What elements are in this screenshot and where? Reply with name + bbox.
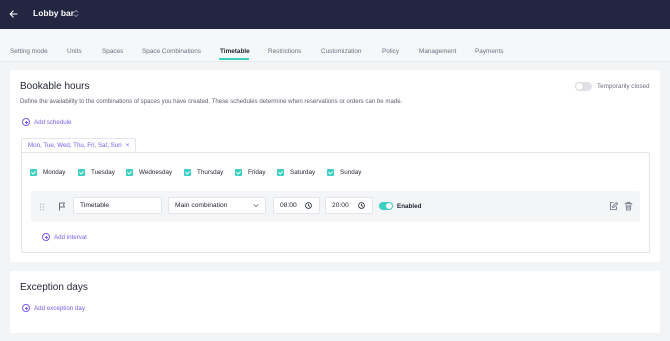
- add-interval-label: Add interval: [54, 233, 87, 241]
- interval-enabled-label: Enabled: [397, 203, 422, 210]
- day-checkbox-tuesday[interactable]: Tuesday: [78, 169, 115, 176]
- start-time-input[interactable]: 08:00: [273, 197, 320, 214]
- tab-customization[interactable]: Customization: [321, 48, 362, 55]
- combination-select[interactable]: Main combination: [168, 197, 266, 214]
- checkbox-checked-icon: [126, 169, 133, 176]
- checkbox-checked-icon: [327, 169, 334, 176]
- checkbox-checked-icon: [78, 169, 85, 176]
- plus-circle-icon: [22, 304, 30, 312]
- combination-select-value: Main combination: [175, 202, 228, 209]
- temporarily-closed-label: Temporarily closed: [597, 83, 650, 90]
- plus-circle-icon: [42, 233, 50, 241]
- clock-icon[interactable]: [305, 202, 312, 209]
- tab-setting-mode[interactable]: Setting mode: [10, 48, 48, 55]
- interval-row: Timetable Main combination 08:00 20:00 E…: [31, 191, 640, 222]
- temporarily-closed-toggle[interactable]: [575, 82, 592, 91]
- add-exception-day-label: Add exception day: [34, 304, 85, 312]
- schedule-chip[interactable]: Mon, Tue, Wed, Thu, Fri, Sat, Sun ×: [21, 138, 137, 152]
- switch-venue-icon[interactable]: [72, 9, 80, 18]
- day-checkbox-sunday[interactable]: Sunday: [327, 169, 361, 176]
- back-arrow-icon[interactable]: [6, 7, 20, 21]
- interval-enabled-toggle[interactable]: [379, 202, 393, 210]
- day-checkbox-friday[interactable]: Friday: [235, 169, 266, 176]
- plus-circle-icon: [22, 118, 30, 126]
- day-checkbox-thursday[interactable]: Thursday: [184, 169, 223, 176]
- add-schedule-button[interactable]: Add schedule: [22, 118, 72, 126]
- tab-bar: Setting mode Units Spaces Space Combinat…: [0, 29, 670, 62]
- checkbox-checked-icon: [235, 169, 242, 176]
- exception-days-title: Exception days: [20, 282, 88, 293]
- end-time-input[interactable]: 20:00: [325, 197, 373, 214]
- bookable-hours-description: Define the availability to the combinati…: [20, 98, 403, 105]
- start-time-value: 08:00: [280, 202, 297, 209]
- flag-icon[interactable]: [58, 202, 66, 211]
- page-title: Lobby bar: [33, 8, 75, 18]
- checkbox-checked-icon: [30, 169, 37, 176]
- day-checkbox-wednesday[interactable]: Wednesday: [126, 169, 172, 176]
- tab-timetable[interactable]: Timetable: [220, 48, 250, 55]
- interval-name-input[interactable]: Timetable: [73, 197, 162, 214]
- checkbox-checked-icon: [184, 169, 191, 176]
- top-bar: Lobby bar: [0, 0, 670, 29]
- add-schedule-label: Add schedule: [34, 118, 72, 126]
- add-interval-button[interactable]: Add interval: [42, 233, 87, 241]
- add-exception-day-button[interactable]: Add exception day: [22, 304, 85, 312]
- tab-payments[interactable]: Payments: [475, 48, 503, 55]
- close-icon[interactable]: ×: [126, 142, 130, 149]
- tab-units[interactable]: Units: [67, 48, 82, 55]
- day-checkbox-monday[interactable]: Monday: [30, 169, 65, 176]
- checkbox-checked-icon: [277, 169, 284, 176]
- tab-space-combinations[interactable]: Space Combinations: [142, 48, 201, 55]
- drag-handle-icon[interactable]: [39, 203, 45, 211]
- day-checkbox-saturday[interactable]: Saturday: [277, 169, 315, 176]
- tab-spaces[interactable]: Spaces: [102, 48, 123, 55]
- end-time-value: 20:00: [332, 202, 349, 209]
- exception-days-card: Exception days Add exception day: [10, 271, 660, 333]
- trash-icon[interactable]: [624, 201, 633, 211]
- tab-restrictions[interactable]: Restrictions: [268, 48, 301, 55]
- schedule-chip-label: Mon, Tue, Wed, Thu, Fri, Sat, Sun: [28, 141, 122, 149]
- active-tab-indicator: [219, 58, 249, 60]
- schedule-panel: Monday Tuesday Wednesday Thursday Friday…: [21, 152, 650, 253]
- chevron-down-icon: [253, 203, 259, 210]
- tab-policy[interactable]: Policy: [382, 48, 399, 55]
- tab-management[interactable]: Management: [419, 48, 456, 55]
- edit-icon[interactable]: [609, 201, 618, 211]
- bookable-hours-card: Bookable hours Temporarily closed Define…: [10, 70, 660, 262]
- bookable-hours-title: Bookable hours: [20, 81, 90, 92]
- clock-icon[interactable]: [358, 202, 365, 209]
